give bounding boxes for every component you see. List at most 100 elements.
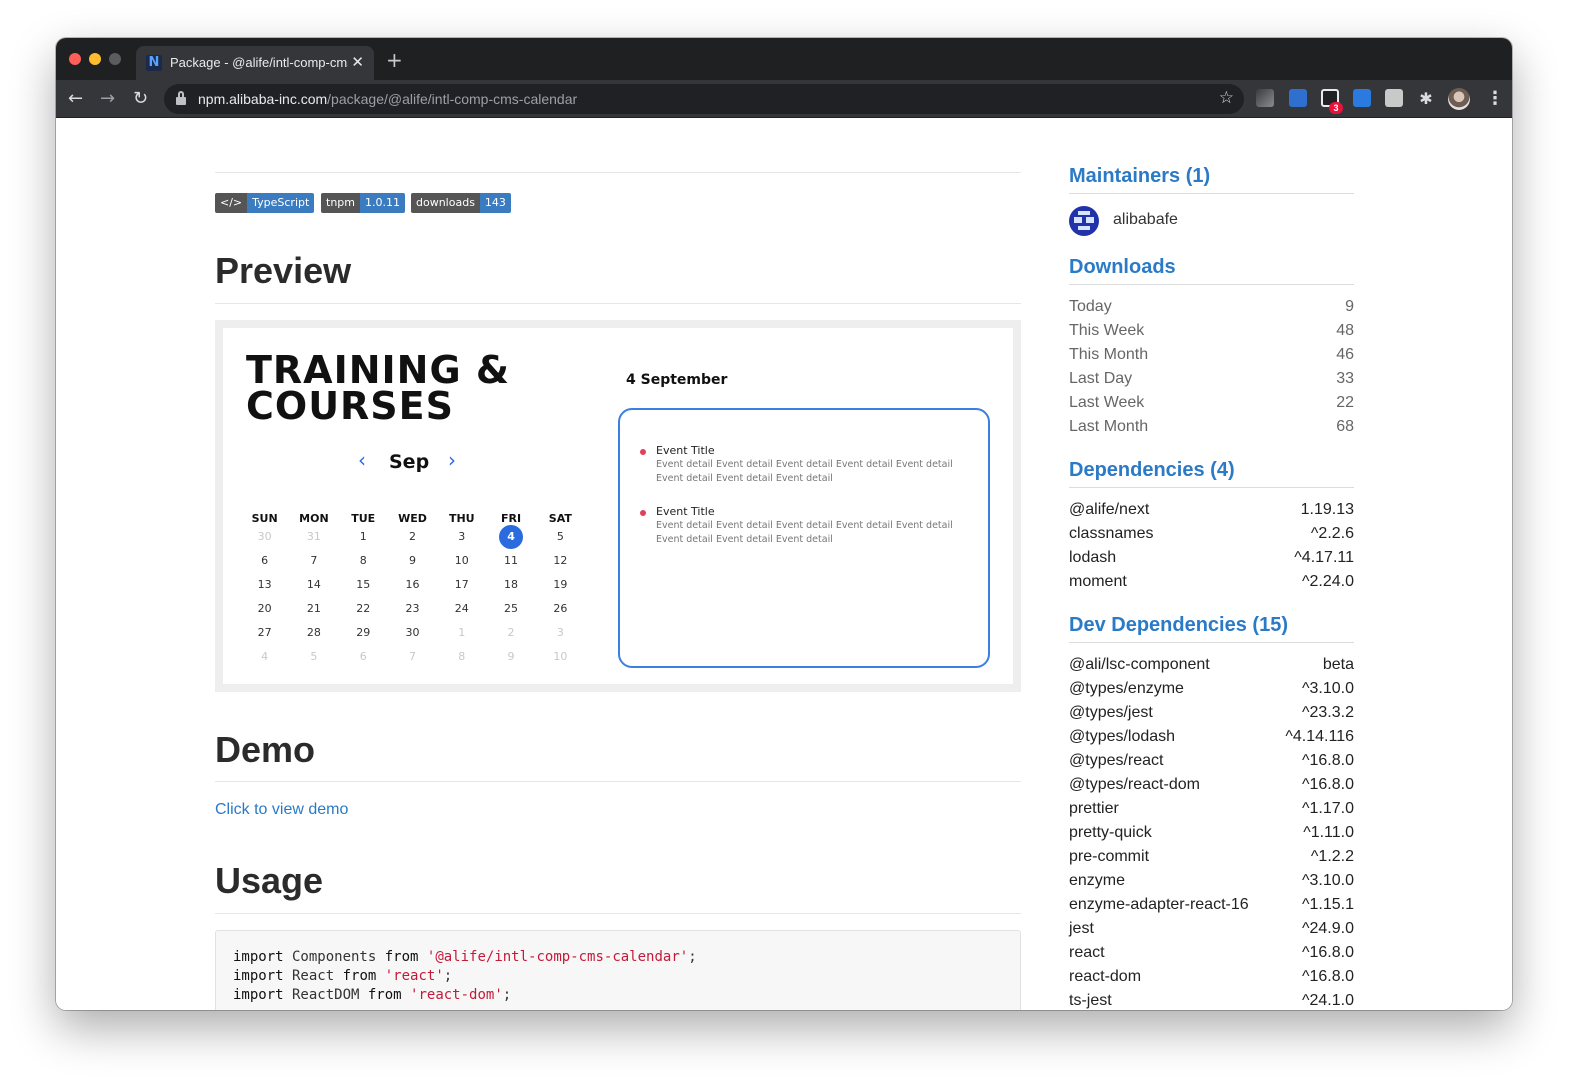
dev-dependency-item[interactable]: @types/lodash ^4.14.116	[1069, 725, 1354, 749]
dev-dependency-item-value: ^24.1.0	[1302, 992, 1354, 1009]
dev-dependency-item-name[interactable]: @types/react-dom	[1069, 773, 1200, 797]
maintainer-avatar[interactable]	[1069, 206, 1099, 236]
translate-extension-icon[interactable]	[1289, 89, 1307, 107]
calendar-day: 2	[507, 626, 515, 639]
event-title: Event Title	[656, 444, 715, 457]
calendar-day: 12	[553, 554, 568, 567]
dev-dependency-item-name[interactable]: pretty-quick	[1069, 821, 1152, 845]
calendar-day: 6	[261, 554, 269, 567]
url-text[interactable]: npm.alibaba-inc.com/package/@alife/intl-…	[198, 91, 577, 107]
event-detail: Event detail Event detail Event detail E…	[656, 520, 953, 545]
dev-dependency-item-name[interactable]: enzyme-adapter-react-16	[1069, 893, 1249, 917]
active-tab[interactable]: N Package - @alife/intl-comp-cms-calenda…	[136, 46, 374, 80]
dev-dependency-item[interactable]: enzyme-adapter-react-16 ^1.15.1	[1069, 893, 1354, 917]
divider	[1069, 284, 1354, 285]
maintainers-heading[interactable]: Maintainers (1)	[1069, 165, 1210, 188]
dev-dependency-item-name[interactable]: @types/lodash	[1069, 725, 1175, 749]
browser-toolbar: ← → ↻ npm.alibaba-inc.com/package/@alife…	[56, 80, 1512, 118]
back-arrow-icon[interactable]: ←	[68, 86, 83, 112]
dev-dependency-item-name[interactable]: react	[1069, 941, 1105, 965]
dev-dependency-item[interactable]: ts-jest ^24.1.0	[1069, 989, 1354, 1010]
browser-window: N Package - @alife/intl-comp-cms-calenda…	[56, 38, 1512, 1010]
calendar-day: 29	[356, 626, 371, 639]
calendar-day: 11	[504, 554, 519, 567]
dependency-item[interactable]: lodash ^4.17.11	[1069, 546, 1354, 570]
calendar-day: 25	[504, 602, 519, 615]
weekday-header: SUN MON TUE WED THU FRI SAT	[240, 512, 585, 525]
preview-heading: Preview	[215, 250, 352, 291]
desktop-stage: N Package - @alife/intl-comp-cms-calenda…	[0, 0, 1569, 1085]
dev-dependency-item-name[interactable]: @types/react	[1069, 749, 1164, 773]
download-stat-name: This Month	[1069, 346, 1149, 363]
calendar-day: 19	[553, 578, 568, 591]
extension-badge: 3	[1329, 102, 1343, 114]
dev-dependency-item[interactable]: @types/jest ^23.3.2	[1069, 701, 1354, 725]
view-demo-link[interactable]: Click to view demo	[215, 801, 348, 819]
dev-dependency-item[interactable]: @ali/lsc-component beta	[1069, 653, 1354, 677]
event-item: Event Title Event detail Event detail Ev…	[640, 444, 976, 486]
dev-dependency-item-name[interactable]: @ali/lsc-component	[1069, 653, 1210, 677]
more-menu-icon[interactable]: ⋮	[1486, 86, 1504, 112]
zoom-window-button[interactable]	[109, 53, 121, 65]
weekday-label: MON	[299, 512, 329, 525]
typescript-badge[interactable]: </> TypeScript	[215, 193, 315, 213]
dev-dependency-item-name[interactable]: pre-commit	[1069, 845, 1149, 869]
event-title: Event Title	[656, 505, 715, 518]
dev-dependency-item[interactable]: prettier ^1.17.0	[1069, 797, 1354, 821]
dev-dependency-item-name[interactable]: @types/jest	[1069, 701, 1153, 725]
dev-dependency-item[interactable]: enzyme ^3.10.0	[1069, 869, 1354, 893]
calendar-day: 30	[257, 530, 272, 543]
demo-heading: Demo	[215, 729, 316, 770]
close-window-button[interactable]	[69, 53, 81, 65]
dev-dependency-item-name[interactable]: prettier	[1069, 797, 1119, 821]
dependency-item[interactable]: moment ^2.24.0	[1069, 570, 1354, 594]
bullet-dot-icon	[640, 449, 646, 455]
dev-dependency-item[interactable]: pretty-quick ^1.11.0	[1069, 821, 1354, 845]
extensions-icon[interactable]: ✱	[1417, 89, 1435, 108]
calendar-day: 7	[408, 650, 416, 663]
address-bar[interactable]: npm.alibaba-inc.com/package/@alife/intl-…	[164, 84, 1244, 114]
dev-dependency-item-name[interactable]: jest	[1069, 917, 1094, 941]
dev-dependency-item[interactable]: @types/enzyme ^3.10.0	[1069, 677, 1354, 701]
calendar-grid: SUN MON TUE WED THU FRI SAT 30 31 1 2 3 4 5 6 7 8 9 10 11 1…	[240, 512, 585, 669]
calendar-day: 17	[454, 578, 469, 591]
dependency-item-name[interactable]: moment	[1069, 570, 1127, 594]
dependency-item[interactable]: classnames ^2.2.6	[1069, 522, 1354, 546]
dependency-item-name[interactable]: classnames	[1069, 522, 1153, 546]
dev-dependency-item[interactable]: react ^16.8.0	[1069, 941, 1354, 965]
dev-dependency-item-name[interactable]: react-dom	[1069, 965, 1141, 989]
star-icon[interactable]: ☆	[1219, 88, 1234, 108]
profile-avatar[interactable]	[1448, 88, 1470, 110]
dependency-item-name[interactable]: lodash	[1069, 546, 1116, 570]
pen-extension-icon[interactable]	[1353, 89, 1371, 107]
tnpm-version-badge[interactable]: tnpm 1.0.11	[321, 193, 405, 213]
dev-dependency-item[interactable]: pre-commit ^1.2.2	[1069, 845, 1354, 869]
new-tab-icon[interactable]: +	[386, 50, 403, 70]
dev-dependency-item-name[interactable]: enzyme	[1069, 869, 1125, 893]
dependency-item-name[interactable]: @alife/next	[1069, 498, 1149, 522]
dependencies-heading[interactable]: Dependencies (4)	[1069, 459, 1235, 482]
maintainer-name[interactable]: alibabafe	[1113, 211, 1178, 229]
calendar-day: 3	[556, 626, 564, 639]
calendar-day: 5	[310, 650, 318, 663]
dev-dependency-item-name[interactable]: @types/enzyme	[1069, 677, 1184, 701]
dev-dependency-item[interactable]: jest ^24.9.0	[1069, 917, 1354, 941]
weekday-label: SUN	[251, 512, 278, 525]
dev-dependency-item[interactable]: @types/react-dom ^16.8.0	[1069, 773, 1354, 797]
dev-dependencies-heading[interactable]: Dev Dependencies (15)	[1069, 614, 1288, 637]
divider	[1069, 642, 1354, 643]
dev-dependency-item-name[interactable]: ts-jest	[1069, 989, 1112, 1010]
dev-dependency-item[interactable]: react-dom ^16.8.0	[1069, 965, 1354, 989]
reader-extension-icon[interactable]	[1385, 89, 1403, 107]
lock-icon	[176, 91, 186, 105]
preview-image: TRAINING & COURSES ‹ Sep › SUN MON TUE WED T…	[215, 320, 1021, 692]
reload-icon[interactable]: ↻	[133, 86, 148, 112]
dev-dependency-item[interactable]: @types/react ^16.8.0	[1069, 749, 1354, 773]
calendar-day: 22	[356, 602, 371, 615]
forward-arrow-icon[interactable]: →	[100, 86, 115, 112]
dependency-item[interactable]: @alife/next 1.19.13	[1069, 498, 1354, 522]
close-tab-icon[interactable]: ✕	[351, 53, 364, 71]
downloads-badge[interactable]: downloads 143	[411, 193, 511, 213]
extension-w-icon[interactable]	[1256, 89, 1274, 107]
minimize-window-button[interactable]	[89, 53, 101, 65]
